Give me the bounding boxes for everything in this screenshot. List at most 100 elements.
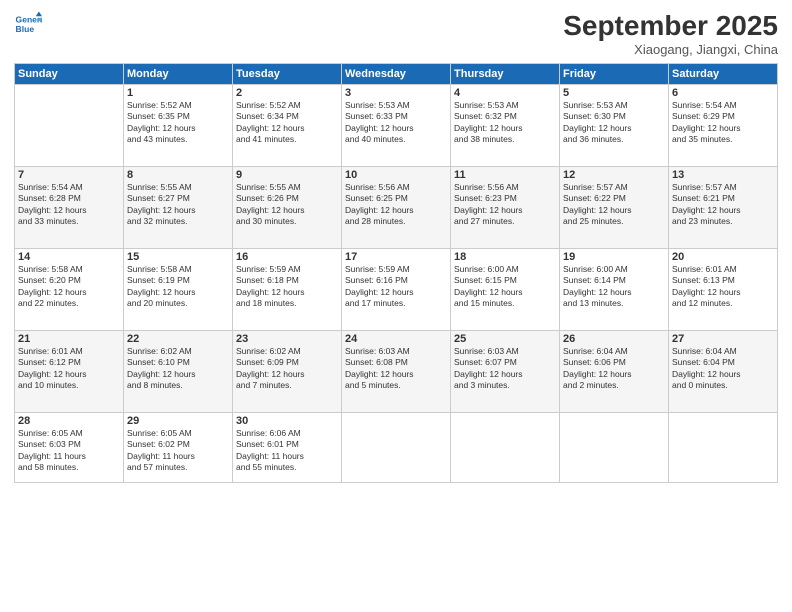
day-number: 24 (345, 333, 447, 345)
cell-content: Sunrise: 6:01 AMSunset: 6:13 PMDaylight:… (672, 264, 774, 310)
calendar-cell: 11Sunrise: 5:56 AMSunset: 6:23 PMDayligh… (451, 167, 560, 249)
day-number: 7 (18, 169, 120, 181)
calendar-cell: 6Sunrise: 5:54 AMSunset: 6:29 PMDaylight… (669, 85, 778, 167)
day-number: 23 (236, 333, 338, 345)
calendar-cell: 12Sunrise: 5:57 AMSunset: 6:22 PMDayligh… (560, 167, 669, 249)
calendar-cell: 13Sunrise: 5:57 AMSunset: 6:21 PMDayligh… (669, 167, 778, 249)
calendar-cell: 24Sunrise: 6:03 AMSunset: 6:08 PMDayligh… (342, 331, 451, 413)
day-number: 16 (236, 251, 338, 263)
weekday-header-thursday: Thursday (451, 64, 560, 85)
day-number: 29 (127, 415, 229, 427)
calendar-cell: 2Sunrise: 5:52 AMSunset: 6:34 PMDaylight… (233, 85, 342, 167)
title-block: September 2025 Xiaogang, Jiangxi, China (563, 10, 778, 57)
day-number: 18 (454, 251, 556, 263)
calendar-cell: 18Sunrise: 6:00 AMSunset: 6:15 PMDayligh… (451, 249, 560, 331)
day-number: 2 (236, 87, 338, 99)
calendar-cell: 16Sunrise: 5:59 AMSunset: 6:18 PMDayligh… (233, 249, 342, 331)
weekday-header-wednesday: Wednesday (342, 64, 451, 85)
weekday-header-tuesday: Tuesday (233, 64, 342, 85)
calendar-cell: 15Sunrise: 5:58 AMSunset: 6:19 PMDayligh… (124, 249, 233, 331)
day-number: 14 (18, 251, 120, 263)
cell-content: Sunrise: 6:04 AMSunset: 6:04 PMDaylight:… (672, 346, 774, 392)
cell-content: Sunrise: 6:00 AMSunset: 6:15 PMDaylight:… (454, 264, 556, 310)
cell-content: Sunrise: 5:57 AMSunset: 6:22 PMDaylight:… (563, 182, 665, 228)
cell-content: Sunrise: 5:55 AMSunset: 6:26 PMDaylight:… (236, 182, 338, 228)
day-number: 3 (345, 87, 447, 99)
weekday-header-saturday: Saturday (669, 64, 778, 85)
calendar-cell: 7Sunrise: 5:54 AMSunset: 6:28 PMDaylight… (15, 167, 124, 249)
weekday-header-monday: Monday (124, 64, 233, 85)
day-number: 8 (127, 169, 229, 181)
weekday-header-friday: Friday (560, 64, 669, 85)
location: Xiaogang, Jiangxi, China (563, 42, 778, 57)
cell-content: Sunrise: 5:57 AMSunset: 6:21 PMDaylight:… (672, 182, 774, 228)
calendar-cell: 29Sunrise: 6:05 AMSunset: 6:02 PMDayligh… (124, 413, 233, 483)
day-number: 6 (672, 87, 774, 99)
calendar-cell: 23Sunrise: 6:02 AMSunset: 6:09 PMDayligh… (233, 331, 342, 413)
day-number: 17 (345, 251, 447, 263)
calendar-cell: 9Sunrise: 5:55 AMSunset: 6:26 PMDaylight… (233, 167, 342, 249)
cell-content: Sunrise: 6:03 AMSunset: 6:08 PMDaylight:… (345, 346, 447, 392)
calendar-cell: 3Sunrise: 5:53 AMSunset: 6:33 PMDaylight… (342, 85, 451, 167)
day-number: 5 (563, 87, 665, 99)
day-number: 1 (127, 87, 229, 99)
calendar-cell: 19Sunrise: 6:00 AMSunset: 6:14 PMDayligh… (560, 249, 669, 331)
cell-content: Sunrise: 5:55 AMSunset: 6:27 PMDaylight:… (127, 182, 229, 228)
calendar-cell: 5Sunrise: 5:53 AMSunset: 6:30 PMDaylight… (560, 85, 669, 167)
calendar-cell: 30Sunrise: 6:06 AMSunset: 6:01 PMDayligh… (233, 413, 342, 483)
calendar-cell (15, 85, 124, 167)
day-number: 12 (563, 169, 665, 181)
day-number: 11 (454, 169, 556, 181)
weekday-header-sunday: Sunday (15, 64, 124, 85)
day-number: 27 (672, 333, 774, 345)
day-number: 13 (672, 169, 774, 181)
cell-content: Sunrise: 6:03 AMSunset: 6:07 PMDaylight:… (454, 346, 556, 392)
cell-content: Sunrise: 6:06 AMSunset: 6:01 PMDaylight:… (236, 428, 338, 474)
calendar-cell: 22Sunrise: 6:02 AMSunset: 6:10 PMDayligh… (124, 331, 233, 413)
cell-content: Sunrise: 5:53 AMSunset: 6:30 PMDaylight:… (563, 100, 665, 146)
calendar-cell: 27Sunrise: 6:04 AMSunset: 6:04 PMDayligh… (669, 331, 778, 413)
cell-content: Sunrise: 5:53 AMSunset: 6:32 PMDaylight:… (454, 100, 556, 146)
calendar-cell: 1Sunrise: 5:52 AMSunset: 6:35 PMDaylight… (124, 85, 233, 167)
day-number: 25 (454, 333, 556, 345)
calendar-cell: 25Sunrise: 6:03 AMSunset: 6:07 PMDayligh… (451, 331, 560, 413)
page-header: General Blue September 2025 Xiaogang, Ji… (14, 10, 778, 57)
calendar-cell: 21Sunrise: 6:01 AMSunset: 6:12 PMDayligh… (15, 331, 124, 413)
cell-content: Sunrise: 5:59 AMSunset: 6:18 PMDaylight:… (236, 264, 338, 310)
cell-content: Sunrise: 5:52 AMSunset: 6:34 PMDaylight:… (236, 100, 338, 146)
svg-text:Blue: Blue (16, 24, 35, 34)
weekday-header-row: SundayMondayTuesdayWednesdayThursdayFrid… (15, 64, 778, 85)
day-number: 21 (18, 333, 120, 345)
day-number: 28 (18, 415, 120, 427)
day-number: 26 (563, 333, 665, 345)
cell-content: Sunrise: 5:58 AMSunset: 6:20 PMDaylight:… (18, 264, 120, 310)
day-number: 9 (236, 169, 338, 181)
cell-content: Sunrise: 5:54 AMSunset: 6:29 PMDaylight:… (672, 100, 774, 146)
calendar-cell: 4Sunrise: 5:53 AMSunset: 6:32 PMDaylight… (451, 85, 560, 167)
cell-content: Sunrise: 5:59 AMSunset: 6:16 PMDaylight:… (345, 264, 447, 310)
logo-icon: General Blue (14, 10, 42, 38)
calendar-table: SundayMondayTuesdayWednesdayThursdayFrid… (14, 63, 778, 483)
day-number: 4 (454, 87, 556, 99)
calendar-cell: 17Sunrise: 5:59 AMSunset: 6:16 PMDayligh… (342, 249, 451, 331)
cell-content: Sunrise: 5:52 AMSunset: 6:35 PMDaylight:… (127, 100, 229, 146)
cell-content: Sunrise: 6:05 AMSunset: 6:02 PMDaylight:… (127, 428, 229, 474)
calendar-cell: 28Sunrise: 6:05 AMSunset: 6:03 PMDayligh… (15, 413, 124, 483)
day-number: 15 (127, 251, 229, 263)
calendar-cell (342, 413, 451, 483)
day-number: 20 (672, 251, 774, 263)
calendar-cell (560, 413, 669, 483)
calendar-cell: 8Sunrise: 5:55 AMSunset: 6:27 PMDaylight… (124, 167, 233, 249)
cell-content: Sunrise: 6:00 AMSunset: 6:14 PMDaylight:… (563, 264, 665, 310)
calendar-cell: 20Sunrise: 6:01 AMSunset: 6:13 PMDayligh… (669, 249, 778, 331)
cell-content: Sunrise: 6:04 AMSunset: 6:06 PMDaylight:… (563, 346, 665, 392)
calendar-cell (451, 413, 560, 483)
month-title: September 2025 (563, 10, 778, 42)
day-number: 10 (345, 169, 447, 181)
cell-content: Sunrise: 6:01 AMSunset: 6:12 PMDaylight:… (18, 346, 120, 392)
calendar-cell: 26Sunrise: 6:04 AMSunset: 6:06 PMDayligh… (560, 331, 669, 413)
cell-content: Sunrise: 6:05 AMSunset: 6:03 PMDaylight:… (18, 428, 120, 474)
calendar-cell (669, 413, 778, 483)
logo: General Blue (14, 10, 42, 38)
cell-content: Sunrise: 6:02 AMSunset: 6:09 PMDaylight:… (236, 346, 338, 392)
